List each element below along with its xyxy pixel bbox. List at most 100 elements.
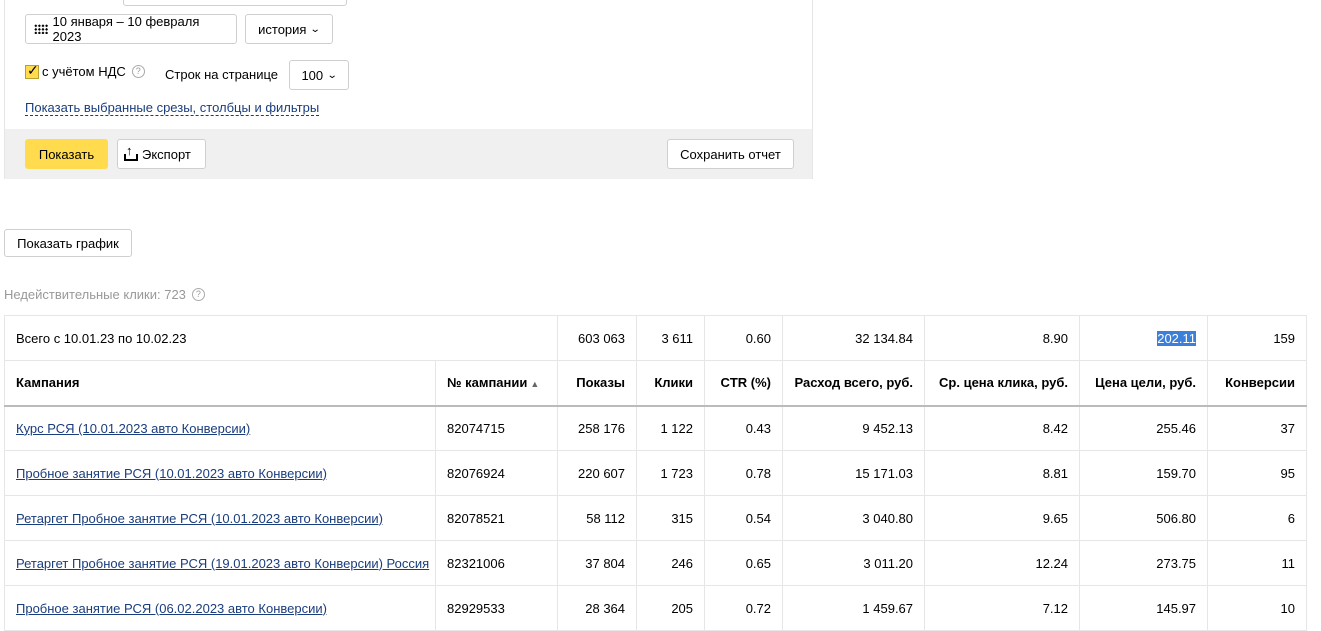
invalid-clicks-info: Недействительные клики: 723 ? <box>4 287 205 302</box>
impressions: 37 804 <box>557 540 638 586</box>
export-button[interactable]: Экспорт <box>117 139 206 169</box>
campaign-name-cell: Ретаргет Пробное занятие РСЯ (19.01.2023… <box>4 540 436 586</box>
spend: 1 459.67 <box>782 585 926 631</box>
clicks: 246 <box>636 540 706 586</box>
campaign-name-cell: Пробное занятие РСЯ (10.01.2023 авто Кон… <box>4 450 436 496</box>
col-campaign-id-label: № кампании <box>447 375 528 391</box>
spend: 3 011.20 <box>782 540 926 586</box>
campaign-link[interactable]: Ретаргет Пробное занятие РСЯ (10.01.2023… <box>16 511 383 526</box>
ctr: 0.78 <box>704 450 784 496</box>
campaign-id: 82074715 <box>434 405 559 451</box>
table-row: Пробное занятие РСЯ (10.01.2023 авто Кон… <box>4 450 1308 496</box>
col-impressions[interactable]: Показы <box>557 360 638 407</box>
campaign-link[interactable]: Пробное занятие РСЯ (10.01.2023 авто Кон… <box>16 466 327 481</box>
impressions: 58 112 <box>557 495 638 541</box>
campaign-link[interactable]: Ретаргет Пробное занятие РСЯ (19.01.2023… <box>16 556 429 571</box>
show-selected-link[interactable]: Показать выбранные срезы, столбцы и филь… <box>25 101 320 116</box>
history-select[interactable]: история ⌄ <box>245 14 333 44</box>
col-cpa[interactable]: Цена цели, руб. <box>1079 360 1209 407</box>
table-row: Пробное занятие РСЯ (06.02.2023 авто Кон… <box>4 585 1308 631</box>
table-header: Кампания № кампании ▲ Показы Клики CTR (%… <box>4 360 1308 407</box>
ctr: 0.72 <box>704 585 784 631</box>
summary-clicks: 3 611 <box>636 315 706 361</box>
cpa: 145.97 <box>1079 585 1209 631</box>
panel-footer: Показать Экспорт Сохранить отчет <box>5 129 812 179</box>
campaign-id: 82076924 <box>434 450 559 496</box>
upload-icon <box>124 143 138 161</box>
campaign-stats-table: Всего с 10.01.23 по 10.02.23 603 063 3 6… <box>3 315 1308 631</box>
col-cpc[interactable]: Ср. цена клика, руб. <box>924 360 1081 407</box>
spend: 3 040.80 <box>782 495 926 541</box>
history-label: история <box>258 21 307 37</box>
clicks: 315 <box>636 495 706 541</box>
date-range-button[interactable]: 10 января – 10 февраля 2023 <box>25 14 237 44</box>
show-graph-label: Показать график <box>17 235 119 251</box>
help-icon[interactable]: ? <box>131 65 145 78</box>
campaign-link[interactable]: Курс РСЯ (10.01.2023 авто Конверсии) <box>16 421 250 436</box>
collapsed-field[interactable] <box>123 0 347 6</box>
summary-row: Всего с 10.01.23 по 10.02.23 603 063 3 6… <box>3 315 1308 361</box>
cpc: 7.12 <box>924 585 1081 631</box>
col-clicks[interactable]: Клики <box>636 360 706 407</box>
ctr: 0.54 <box>704 495 784 541</box>
campaign-id: 82929533 <box>434 585 559 631</box>
summary-cpa-selected[interactable]: 202.11 <box>1157 330 1197 346</box>
calendar-icon <box>34 24 48 34</box>
summary-cpa-cell: 202.11 <box>1079 315 1209 361</box>
cpa: 506.80 <box>1079 495 1209 541</box>
clicks: 205 <box>636 585 706 631</box>
cpc: 8.81 <box>924 450 1081 496</box>
save-report-button[interactable]: Сохранить отчет <box>667 139 794 169</box>
summary-impressions: 603 063 <box>557 315 638 361</box>
show-graph-button[interactable]: Показать график <box>4 229 132 257</box>
cpc: 8.42 <box>924 405 1081 451</box>
clicks: 1 723 <box>636 450 706 496</box>
campaign-id: 82321006 <box>434 540 559 586</box>
rows-per-page-label: Строк на странице <box>165 67 279 82</box>
chevron-down-icon: ⌄ <box>310 23 322 35</box>
ctr: 0.43 <box>704 405 784 451</box>
campaign-name-cell: Курс РСЯ (10.01.2023 авто Конверсии) <box>4 405 436 451</box>
sort-asc-icon: ▲ <box>530 379 540 390</box>
col-campaign[interactable]: Кампания <box>4 360 436 407</box>
spend: 9 452.13 <box>782 405 926 451</box>
chevron-down-icon: ⌄ <box>326 69 338 81</box>
col-spend[interactable]: Расход всего, руб. <box>782 360 926 407</box>
summary-conversions: 159 <box>1207 315 1308 361</box>
vat-label: с учётом НДС <box>42 64 126 79</box>
vat-checkbox[interactable] <box>25 62 39 79</box>
cpa: 159.70 <box>1079 450 1209 496</box>
summary-ctr: 0.60 <box>704 315 784 361</box>
cpa: 273.75 <box>1079 540 1209 586</box>
show-button[interactable]: Показать <box>25 139 108 169</box>
rows-per-page-select[interactable]: 100 ⌄ <box>289 60 349 90</box>
impressions: 220 607 <box>557 450 638 496</box>
col-campaign-id[interactable]: № кампании ▲ <box>434 360 559 407</box>
impressions: 258 176 <box>557 405 638 451</box>
table-row: Ретаргет Пробное занятие РСЯ (10.01.2023… <box>4 495 1308 541</box>
summary-spend: 32 134.84 <box>782 315 926 361</box>
ctr: 0.65 <box>704 540 784 586</box>
table-row: Ретаргет Пробное занятие РСЯ (19.01.2023… <box>4 540 1308 586</box>
campaign-name-cell: Пробное занятие РСЯ (06.02.2023 авто Кон… <box>4 585 436 631</box>
summary-cpc: 8.90 <box>924 315 1081 361</box>
cpc: 12.24 <box>924 540 1081 586</box>
impressions: 28 364 <box>557 585 638 631</box>
rows-per-page-value: 100 <box>301 67 324 83</box>
table-row: Курс РСЯ (10.01.2023 авто Конверсии) 820… <box>4 405 1308 451</box>
clicks: 1 122 <box>636 405 706 451</box>
vat-checkbox-row[interactable]: с учётом НДС ? <box>25 62 145 79</box>
cpc: 9.65 <box>924 495 1081 541</box>
help-icon[interactable]: ? <box>191 288 205 301</box>
campaign-link[interactable]: Пробное занятие РСЯ (06.02.2023 авто Кон… <box>16 601 327 616</box>
col-conversions[interactable]: Конверсии <box>1207 360 1308 407</box>
cpa: 255.46 <box>1079 405 1209 451</box>
report-settings-panel: 10 января – 10 февраля 2023 история ⌄ с … <box>4 0 813 179</box>
summary-label: Всего с 10.01.23 по 10.02.23 <box>3 315 559 361</box>
conversions: 37 <box>1207 405 1308 451</box>
campaign-name-cell: Ретаргет Пробное занятие РСЯ (10.01.2023… <box>4 495 436 541</box>
invalid-clicks-text: Недействительные клики: 723 <box>4 287 186 302</box>
campaign-id: 82078521 <box>434 495 559 541</box>
date-range-label: 10 января – 10 февраля 2023 <box>52 14 200 44</box>
col-ctr[interactable]: CTR (%) <box>704 360 784 407</box>
